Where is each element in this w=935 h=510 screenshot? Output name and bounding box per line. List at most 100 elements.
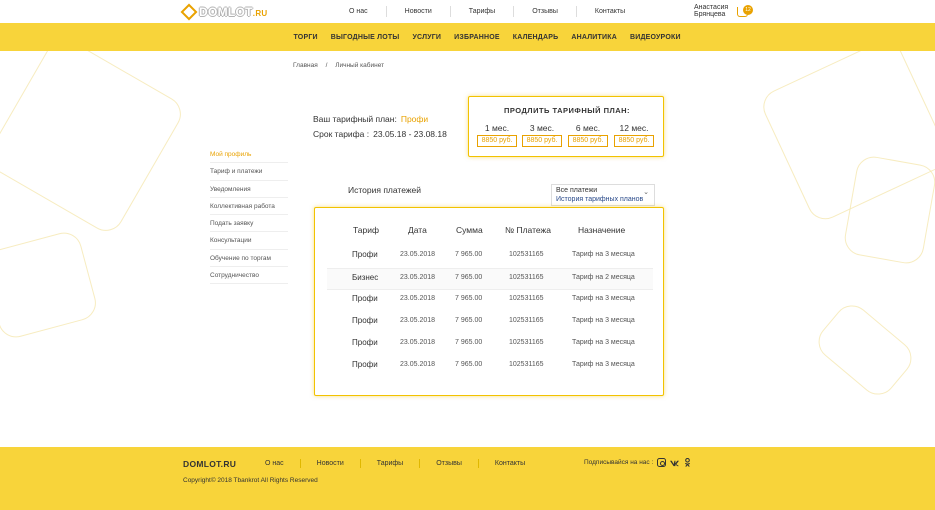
footer-nav-about[interactable]: О нас <box>249 459 301 468</box>
social-icons <box>657 457 692 467</box>
column-header-tariff: Тариф <box>353 225 380 235</box>
extend-option-price-button[interactable]: 8850 руб. <box>477 135 517 147</box>
extend-option-label: 1 мес. <box>484 123 510 133</box>
cart-badge: 12 <box>743 5 753 15</box>
history-filter-option[interactable]: История тарифных планов <box>556 196 643 203</box>
extend-plan-title: Продлить тарифный план: <box>503 106 631 115</box>
background-decoration <box>0 228 100 342</box>
main-nav-calendar[interactable]: Календарь <box>506 34 565 41</box>
sidebar-item-profile[interactable]: Мой профиль <box>210 146 288 164</box>
row-sum: 7 965.00 <box>455 251 483 258</box>
main-nav: Торги Выгодные лоты Услуги Избранное Кал… <box>0 23 935 51</box>
row-sum: 7 965.00 <box>455 317 483 324</box>
row-purpose: Тариф на 3 месяца <box>572 317 635 324</box>
row-date: 23.05.2018 <box>400 274 436 281</box>
top-nav-reviews[interactable]: Отзывы <box>514 6 577 17</box>
table-row: Профи 23.05.2018 7 965.00 102531165 Тари… <box>327 290 653 312</box>
row-payment-number: 102531165 <box>509 295 544 302</box>
top-bar: DOMLOT.RU О нас Новости Тарифы Отзывы Ко… <box>0 0 935 23</box>
row-sum: 7 965.00 <box>455 295 483 302</box>
sidebar-item-teamwork[interactable]: Коллективная работа <box>210 198 288 216</box>
background-decoration <box>0 32 188 238</box>
top-nav-contacts[interactable]: Контакты <box>577 6 643 17</box>
main-nav-analytics[interactable]: Аналитика <box>565 34 624 41</box>
main-nav-video-lessons[interactable]: Видеоуроки <box>623 34 687 41</box>
sidebar-item-notifications[interactable]: Уведомления <box>210 181 288 198</box>
sidebar-item-training[interactable]: Обучение по торгам <box>210 250 288 268</box>
odnoklassniki-icon[interactable] <box>683 457 692 467</box>
row-sum: 7 965.00 <box>455 361 483 368</box>
row-date: 23.05.2018 <box>400 361 436 368</box>
extend-option-label: 12 мес. <box>619 123 649 133</box>
row-tariff: Профи <box>352 360 378 369</box>
table-row: Профи 23.05.2018 7 965.00 102531165 Тари… <box>327 334 653 356</box>
table-row: Бизнес 23.05.2018 7 965.00 102531165 Тар… <box>327 268 653 290</box>
plan-name[interactable]: Профи <box>401 114 428 124</box>
top-nav: О нас Новости Тарифы Отзывы Контакты <box>331 6 643 17</box>
user-name[interactable]: Анастасия Брянцева <box>694 4 728 18</box>
footer-copyright: Copyright© 2018 Tbankrot All Rights Rese… <box>183 477 318 484</box>
payment-history-table: Тариф Дата Сумма № Платежа Назначение Пр… <box>314 207 664 396</box>
extend-option-label: 3 мес. <box>529 123 555 133</box>
footer: DOMLOT.RU О нас Новости Тарифы Отзывы Ко… <box>0 447 935 510</box>
top-nav-about[interactable]: О нас <box>331 6 387 17</box>
sidebar: Мой профиль Тариф и платежи Уведомления … <box>210 146 288 285</box>
logo-icon <box>180 3 198 20</box>
main-nav-profitable-lots[interactable]: Выгодные лоты <box>324 34 406 41</box>
row-purpose: Тариф на 2 месяца <box>572 274 635 281</box>
logo[interactable]: DOMLOT.RU <box>180 3 267 20</box>
extend-option-3[interactable]: 3 мес. 8850 руб. <box>522 123 562 147</box>
chevron-down-icon[interactable]: ⌄ <box>643 188 649 196</box>
extend-option-6[interactable]: 6 мес. 8850 руб. <box>568 123 608 147</box>
top-nav-tariffs[interactable]: Тарифы <box>451 6 515 17</box>
column-header-sum: Сумма <box>456 225 483 235</box>
footer-nav-news[interactable]: Новости <box>301 459 361 468</box>
footer-nav-reviews[interactable]: Отзывы <box>420 459 479 468</box>
instagram-icon[interactable] <box>657 458 666 467</box>
column-header-payment-number: № Платежа <box>505 225 551 235</box>
vk-icon[interactable] <box>670 458 679 467</box>
top-nav-news[interactable]: Новости <box>387 6 451 17</box>
table-row: Профи 23.05.2018 7 965.00 102531165 Тари… <box>327 246 653 268</box>
row-tariff: Бизнес <box>352 273 379 282</box>
extend-option-1[interactable]: 1 мес. 8850 руб. <box>477 123 517 147</box>
breadcrumb: Главная / Личный кабинет <box>293 62 390 69</box>
breadcrumb-current: Личный кабинет <box>335 62 385 69</box>
row-payment-number: 102531165 <box>509 361 544 368</box>
row-payment-number: 102531165 <box>509 317 544 324</box>
row-date: 23.05.2018 <box>400 317 436 324</box>
extend-option-price-button[interactable]: 8850 руб. <box>614 135 654 147</box>
background-decoration <box>811 298 919 402</box>
plan-info: Ваш тарифный план: Профи Срок тарифа :23.… <box>313 112 447 142</box>
extend-option-price-button[interactable]: 8850 руб. <box>568 135 608 147</box>
main-nav-favorites[interactable]: Избранное <box>448 34 507 41</box>
history-filter-selected[interactable]: Все платежи <box>556 187 597 194</box>
payment-history-title: История платежей <box>348 185 422 195</box>
main-nav-services[interactable]: Услуги <box>406 34 448 41</box>
footer-nav-tariffs[interactable]: Тарифы <box>361 459 421 468</box>
row-payment-number: 102531165 <box>509 274 544 281</box>
row-tariff: Профи <box>352 250 378 259</box>
table-row: Профи 23.05.2018 7 965.00 102531165 Тари… <box>327 356 653 378</box>
sidebar-item-consultations[interactable]: Консультации <box>210 232 288 250</box>
user-first-name: Анастасия <box>694 4 729 11</box>
row-purpose: Тариф на 3 месяца <box>572 361 635 368</box>
extend-option-label: 6 мес. <box>575 123 601 133</box>
footer-logo[interactable]: DOMLOT.RU <box>183 459 236 469</box>
sidebar-item-cooperation[interactable]: Сотрудничество <box>210 267 288 285</box>
footer-nav-contacts[interactable]: Контакты <box>479 459 541 468</box>
row-tariff: Профи <box>352 294 378 303</box>
breadcrumb-home[interactable]: Главная <box>293 62 318 69</box>
row-sum: 7 965.00 <box>455 274 483 281</box>
sidebar-item-submit-application[interactable]: Подать заявку <box>210 215 288 233</box>
sidebar-item-tariff-payments[interactable]: Тариф и платежи <box>210 163 288 181</box>
row-date: 23.05.2018 <box>400 339 436 346</box>
main-nav-auctions[interactable]: Торги <box>287 34 324 41</box>
row-purpose: Тариф на 3 месяца <box>572 339 635 346</box>
extend-plan-box: Продлить тарифный план: 1 мес. 8850 руб.… <box>468 96 664 157</box>
history-filter-dropdown[interactable]: Все платежи История тарифных планов ⌄ <box>551 184 655 206</box>
extend-option-price-button[interactable]: 8850 руб. <box>522 135 562 147</box>
plan-label: Ваш тарифный план: <box>313 114 397 124</box>
extend-option-12[interactable]: 12 мес. 8850 руб. <box>614 123 654 147</box>
row-tariff: Профи <box>352 316 378 325</box>
